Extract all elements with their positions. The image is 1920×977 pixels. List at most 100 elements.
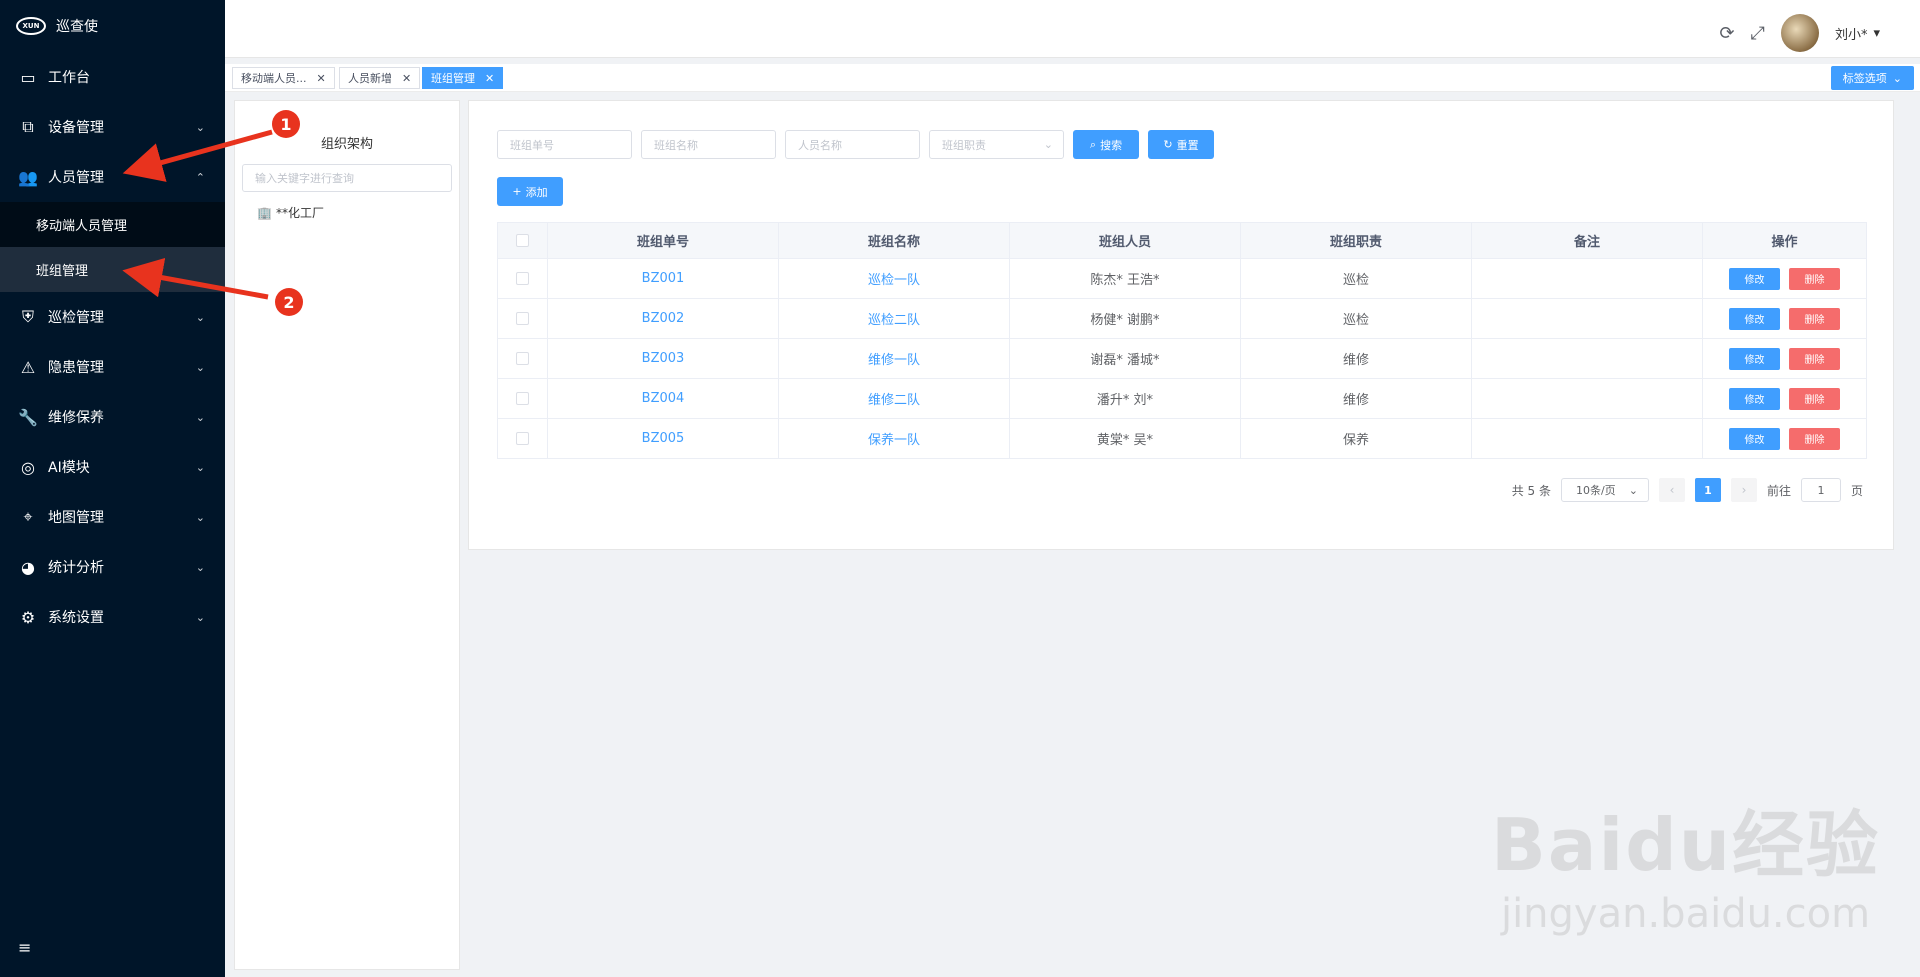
search-button-label: 搜索 bbox=[1100, 138, 1123, 152]
sidebar-item-ai[interactable]: ◎ AI模块 ⌄ bbox=[0, 442, 225, 492]
tag-add-personnel[interactable]: 人员新增 ✕ bbox=[339, 67, 421, 89]
team-code-link[interactable]: BZ003 bbox=[547, 338, 779, 379]
sidebar-item-personnel[interactable]: 👥 人员管理 ⌃ bbox=[0, 152, 225, 202]
actions-cell: 修改 删除 bbox=[1702, 258, 1867, 299]
sidebar-item-workbench[interactable]: ▭ 工作台 bbox=[0, 52, 225, 102]
reset-button[interactable]: ↻ 重置 bbox=[1148, 130, 1214, 159]
app-logo[interactable]: XUN 巡查使 bbox=[0, 0, 225, 52]
team-code-link[interactable]: BZ002 bbox=[547, 298, 779, 339]
team-name-input[interactable]: 班组名称 bbox=[641, 130, 776, 159]
edit-button[interactable]: 修改 bbox=[1729, 427, 1780, 450]
logo-icon: XUN bbox=[16, 17, 46, 35]
tag-team-management[interactable]: 班组管理 ✕ bbox=[422, 67, 504, 89]
team-members-cell: 谢磊* 潘城* bbox=[1009, 338, 1241, 379]
prev-page-button[interactable]: ‹ bbox=[1658, 478, 1685, 502]
next-page-button[interactable]: › bbox=[1730, 478, 1757, 502]
sidebar-item-label: 人员管理 bbox=[48, 170, 104, 186]
team-duty-cell: 巡检 bbox=[1240, 298, 1472, 339]
sidebar-item-label: 隐患管理 bbox=[48, 360, 104, 376]
sidebar-item-hazard[interactable]: ⚠ 隐患管理 ⌄ bbox=[0, 342, 225, 392]
row-checkbox-cell[interactable] bbox=[497, 298, 548, 339]
row-checkbox-cell[interactable] bbox=[497, 338, 548, 379]
search-icon: ⌕ bbox=[1089, 137, 1097, 151]
row-checkbox[interactable] bbox=[516, 272, 529, 285]
chevron-down-icon: ⌄ bbox=[195, 560, 205, 574]
sidebar-item-devices[interactable]: ⧉ 设备管理 ⌄ bbox=[0, 102, 225, 152]
close-icon[interactable]: ✕ bbox=[317, 72, 326, 85]
team-name-link[interactable]: 巡检二队 bbox=[778, 298, 1010, 339]
row-checkbox-cell[interactable] bbox=[497, 258, 548, 299]
sidebar-item-label: 巡检管理 bbox=[48, 310, 104, 326]
sidebar-item-statistics[interactable]: ◕ 统计分析 ⌄ bbox=[0, 542, 225, 592]
refresh-icon[interactable]: ⟳ bbox=[1719, 23, 1734, 44]
add-team-button[interactable]: + 添加 bbox=[497, 177, 563, 206]
team-name-link[interactable]: 维修二队 bbox=[778, 378, 1010, 419]
sidebar-item-inspection[interactable]: ⛨ 巡检管理 ⌄ bbox=[0, 292, 225, 342]
team-code-link[interactable]: BZ004 bbox=[547, 378, 779, 419]
fullscreen-icon[interactable]: ⤢ bbox=[1751, 23, 1765, 44]
tag-options-label: 标签选项 bbox=[1842, 72, 1887, 85]
user-menu[interactable]: 刘小* ▾ bbox=[1835, 24, 1880, 43]
row-checkbox[interactable] bbox=[516, 312, 529, 325]
tree-node-root[interactable]: 🏢 **化工厂 bbox=[257, 204, 459, 221]
edit-button[interactable]: 修改 bbox=[1729, 307, 1780, 330]
goto-suffix: 页 bbox=[1850, 483, 1863, 498]
sidebar-item-settings[interactable]: ⚙ 系统设置 ⌄ bbox=[0, 592, 225, 642]
sidebar-item-maintenance[interactable]: 🔧 维修保养 ⌄ bbox=[0, 392, 225, 442]
delete-button[interactable]: 删除 bbox=[1789, 347, 1840, 370]
avatar[interactable] bbox=[1780, 14, 1819, 52]
team-note-cell bbox=[1471, 338, 1703, 379]
team-note-cell bbox=[1471, 258, 1703, 299]
row-checkbox-cell[interactable] bbox=[497, 418, 548, 459]
row-checkbox[interactable] bbox=[516, 352, 529, 365]
goto-page-input[interactable]: 1 bbox=[1800, 478, 1841, 502]
search-button[interactable]: ⌕ 搜索 bbox=[1073, 130, 1139, 159]
page-number-current[interactable]: 1 bbox=[1694, 478, 1721, 502]
sidebar-subitem-label: 班组管理 bbox=[36, 264, 89, 279]
row-checkbox[interactable] bbox=[516, 392, 529, 405]
sidebar-subitem-team-management[interactable]: 班组管理 bbox=[0, 247, 225, 292]
team-name-link[interactable]: 保养一队 bbox=[778, 418, 1010, 459]
shield-icon: ⛨ bbox=[21, 307, 34, 326]
team-name-link[interactable]: 巡检一队 bbox=[778, 258, 1010, 299]
chevron-down-icon: ⌄ bbox=[195, 460, 205, 474]
tag-options-button[interactable]: 标签选项 ⌄ bbox=[1830, 66, 1914, 90]
edit-button[interactable]: 修改 bbox=[1729, 267, 1780, 290]
team-code-link[interactable]: BZ001 bbox=[547, 258, 779, 299]
delete-button[interactable]: 删除 bbox=[1789, 267, 1840, 290]
edit-button[interactable]: 修改 bbox=[1729, 387, 1780, 410]
sidebar-item-map[interactable]: ⌖ 地图管理 ⌄ bbox=[0, 492, 225, 542]
select-all-checkbox[interactable] bbox=[516, 234, 529, 247]
sidebar-item-label: AI模块 bbox=[48, 460, 90, 476]
team-code-link[interactable]: BZ005 bbox=[547, 418, 779, 459]
tag-label: 人员新增 bbox=[348, 72, 392, 85]
page-size-select[interactable]: 10条/页 ⌄ bbox=[1560, 478, 1649, 502]
team-name-link[interactable]: 维修一队 bbox=[778, 338, 1010, 379]
row-checkbox[interactable] bbox=[516, 432, 529, 445]
delete-button[interactable]: 删除 bbox=[1789, 427, 1840, 450]
baidu-watermark: Baidu经验 jingyan.baidu.com bbox=[1491, 786, 1880, 937]
tag-mobile-personnel[interactable]: 移动端人员... ✕ bbox=[232, 67, 335, 89]
team-duty-select[interactable]: 班组职责 ⌄ bbox=[929, 130, 1064, 159]
chevron-down-icon: ⌄ bbox=[1628, 483, 1638, 497]
row-checkbox-cell[interactable] bbox=[497, 378, 548, 419]
delete-button[interactable]: 删除 bbox=[1789, 307, 1840, 330]
tree-search-input[interactable]: 输入关键字进行查询 bbox=[242, 164, 452, 192]
sidebar-subitem-mobile-personnel[interactable]: 移动端人员管理 bbox=[0, 202, 225, 247]
menu-collapse-icon[interactable]: ≡ bbox=[18, 938, 31, 957]
team-code-input[interactable]: 班组单号 bbox=[497, 130, 632, 159]
delete-button[interactable]: 删除 bbox=[1789, 387, 1840, 410]
close-icon[interactable]: ✕ bbox=[485, 72, 494, 85]
wrench-icon: 🔧 bbox=[18, 407, 38, 427]
person-name-input[interactable]: 人员名称 bbox=[785, 130, 920, 159]
chevron-down-icon: ⌄ bbox=[195, 310, 205, 324]
watermark-url: jingyan.baidu.com bbox=[1500, 891, 1871, 937]
table-header-row: 班组单号 班组名称 班组人员 班组职责 备注 操作 bbox=[497, 222, 1867, 259]
edit-button[interactable]: 修改 bbox=[1729, 347, 1780, 370]
close-icon[interactable]: ✕ bbox=[402, 72, 411, 85]
team-duty-cell: 维修 bbox=[1240, 378, 1472, 419]
header-checkbox-cell[interactable] bbox=[497, 222, 548, 259]
actions-cell: 修改 删除 bbox=[1702, 378, 1867, 419]
sidebar-item-label: 设备管理 bbox=[48, 120, 104, 136]
tag-label: 移动端人员... bbox=[241, 72, 307, 85]
